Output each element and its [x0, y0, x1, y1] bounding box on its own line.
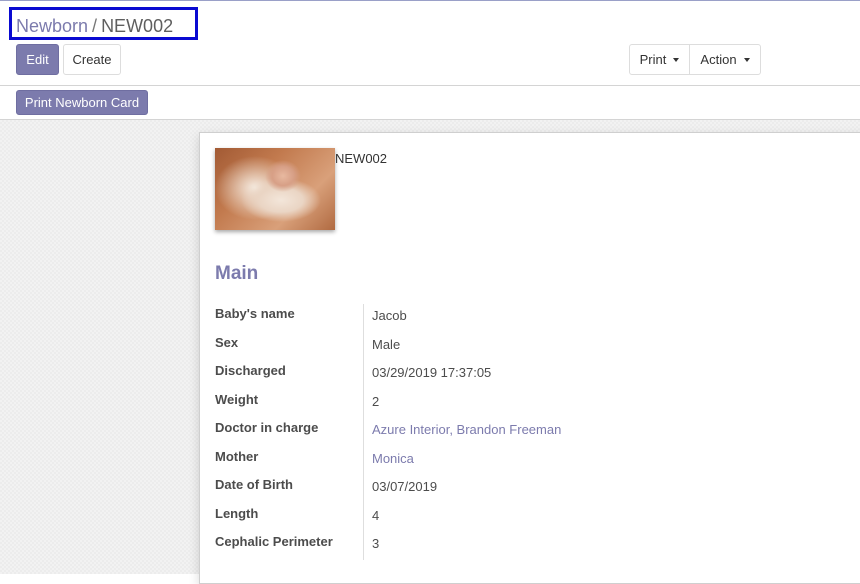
form-statusbar: Print Newborn Card	[0, 86, 860, 120]
doctor-in-charge-link[interactable]: Azure Interior, Brandon Freeman	[372, 422, 561, 437]
print-button-label: Print	[639, 52, 667, 67]
edit-button[interactable]: Edit	[16, 44, 59, 75]
field-value-discharged: 03/29/2019 17:37:05	[372, 365, 492, 380]
create-button-label: Create	[72, 52, 112, 67]
breadcrumb-highlight-box	[9, 7, 198, 40]
create-button[interactable]: Create	[63, 44, 121, 75]
field-label-date-of-birth: Date of Birth	[215, 477, 293, 492]
field-value-date-of-birth: 03/07/2019	[372, 479, 438, 494]
field-value-sex: Male	[372, 337, 401, 352]
print-newborn-card-label: Print Newborn Card	[24, 95, 140, 110]
newborn-photo[interactable]	[215, 148, 335, 230]
caret-down-icon	[743, 57, 750, 62]
print-dropdown-button[interactable]: Print	[629, 44, 690, 75]
field-divider	[363, 304, 364, 560]
edit-button-label: Edit	[26, 52, 49, 67]
control-panel: Newborn / NEW002 Edit Create Print Action	[0, 1, 860, 86]
field-value-weight: 2	[372, 394, 380, 409]
field-value-babys-name: Jacob	[372, 308, 407, 323]
action-button-label: Action	[700, 52, 737, 67]
field-label-mother: Mother	[215, 449, 259, 464]
section-title-main: Main	[215, 263, 259, 284]
record-reference: NEW002	[335, 151, 388, 166]
field-label-length: Length	[215, 506, 259, 521]
field-value-cephalic-perimeter: 3	[372, 536, 380, 551]
field-label-sex: Sex	[215, 335, 239, 350]
field-value-length: 4	[372, 508, 380, 523]
field-label-babys-name: Baby's name	[215, 306, 295, 321]
caret-down-icon	[673, 57, 680, 62]
field-label-doctor-in-charge: Doctor in charge	[215, 420, 319, 435]
action-dropdown-button[interactable]: Action	[689, 44, 761, 75]
field-label-cephalic-perimeter: Cephalic Perimeter	[215, 534, 333, 549]
field-label-weight: Weight	[215, 392, 259, 407]
field-label-discharged: Discharged	[215, 363, 286, 378]
mother-link[interactable]: Monica	[372, 451, 414, 466]
print-newborn-card-button[interactable]: Print Newborn Card	[16, 90, 148, 115]
